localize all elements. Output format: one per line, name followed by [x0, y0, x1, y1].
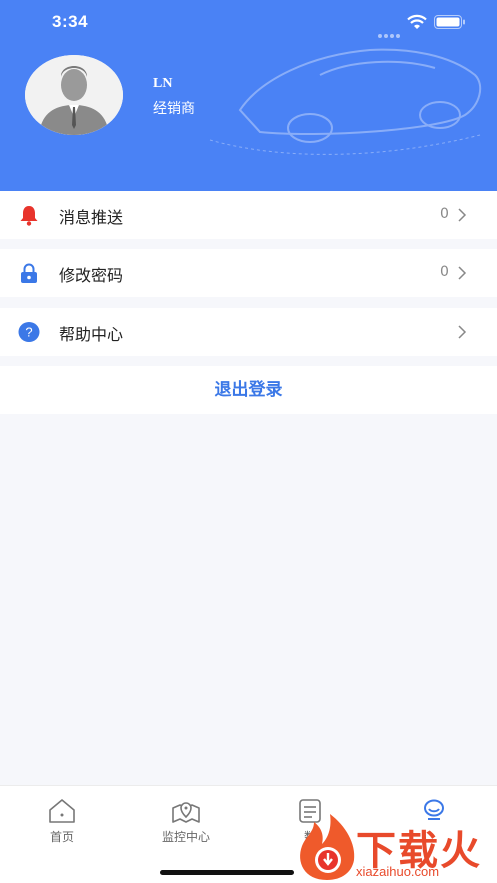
home-icon — [49, 799, 75, 823]
person-silhouette-icon — [25, 55, 123, 135]
tab-label: 监控中心 — [161, 830, 210, 844]
tab-monitor-center[interactable]: 监控中心 — [124, 798, 248, 845]
brand-url: xiazaihuo.com — [356, 864, 440, 879]
menu-label: 修改密码 — [59, 266, 124, 285]
flame-logo-icon — [300, 814, 355, 880]
chevron-right-icon — [458, 325, 467, 339]
status-time: 3:34 — [52, 12, 89, 31]
message-count: 0 — [440, 206, 449, 222]
bell-icon — [20, 206, 38, 226]
lock-icon — [21, 263, 37, 283]
logout-button[interactable]: 退出登录 — [0, 366, 497, 414]
home-indicator — [160, 870, 294, 875]
chevron-right-icon — [458, 208, 467, 222]
user-name: LN — [153, 76, 173, 91]
status-bar: 3:34 — [0, 0, 497, 44]
signal-icon — [378, 23, 402, 38]
menu-item-messages[interactable]: 消息推送 0 — [0, 191, 497, 239]
watermark-logo: 下载火 xiazaihuo.com — [292, 800, 497, 883]
user-role: 经销商 — [153, 101, 195, 117]
map-pin-icon — [172, 802, 200, 823]
help-icon: ? — [18, 322, 40, 342]
wifi-icon — [407, 14, 427, 29]
tab-label: 首页 — [49, 830, 74, 844]
menu-label: 帮助中心 — [59, 325, 124, 344]
battery-icon — [434, 15, 465, 29]
menu-item-change-password[interactable]: 修改密码 0 — [0, 249, 497, 297]
avatar[interactable] — [25, 55, 123, 135]
profile-header: 3:34 LN 经销商 — [0, 0, 497, 191]
svg-text:?: ? — [25, 325, 32, 340]
tab-home[interactable]: 首页 — [0, 798, 124, 845]
password-count: 0 — [440, 264, 449, 280]
chevron-right-icon — [458, 266, 467, 280]
menu-item-help-center[interactable]: ? 帮助中心 — [0, 308, 497, 356]
menu-label: 消息推送 — [59, 208, 124, 227]
